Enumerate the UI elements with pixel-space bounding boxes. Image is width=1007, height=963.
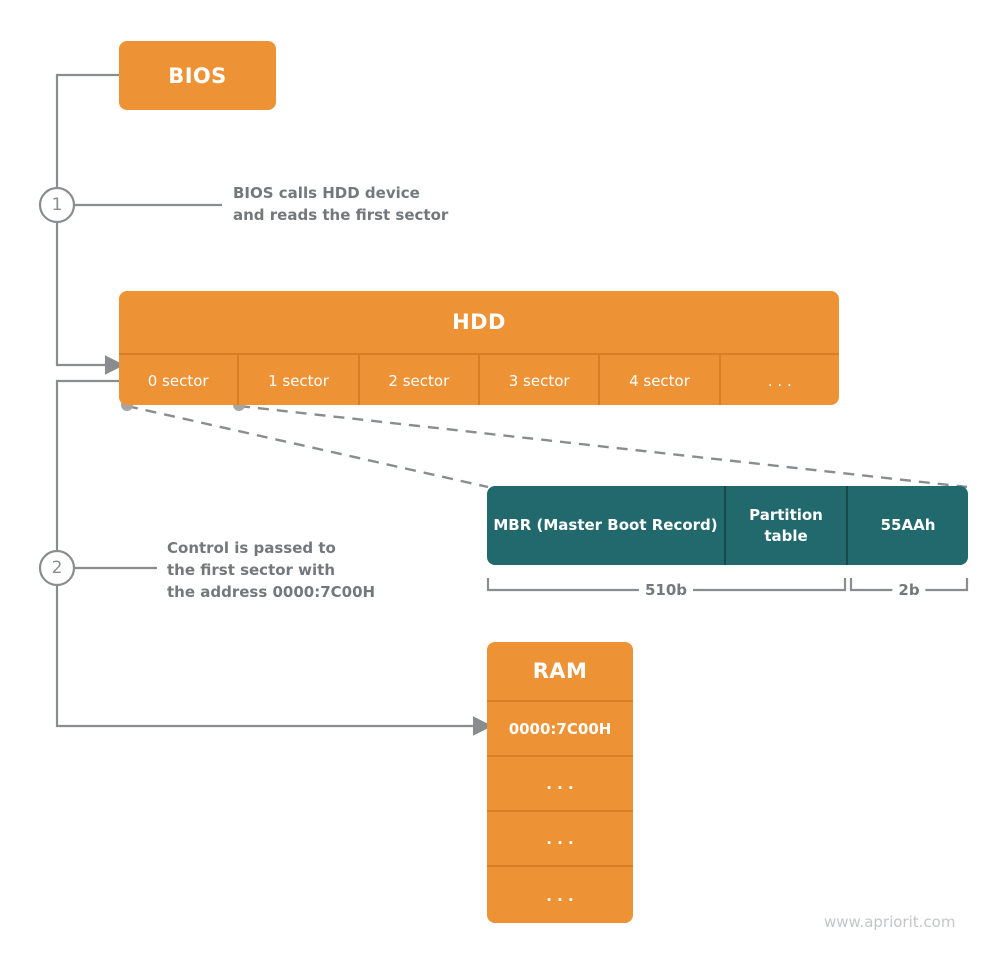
mbr-signature-cell: 55AAh <box>880 516 936 535</box>
hdd-sector-3: 3 sector <box>480 355 601 405</box>
connector-bios-to-hdd <box>55 73 119 187</box>
mbr-partition-table-cell: Partition table <box>726 486 848 565</box>
watermark: www.apriorit.com <box>824 913 956 931</box>
hdd-block: HDD 0 sector 1 sector 2 sector 3 sector … <box>119 291 839 405</box>
ram-block: RAM 0000:7C00H . . . . . . . . . <box>487 642 633 923</box>
hdd-sector-1: 1 sector <box>239 355 360 405</box>
hdd-sector-2: 2 sector <box>360 355 480 405</box>
hdd-sector-0: 0 sector <box>119 355 240 405</box>
hdd-sector-row: 0 sector 1 sector 2 sector 3 sector 4 se… <box>119 355 839 405</box>
step-marker-2: 2 <box>39 550 75 586</box>
bracket-label-510b: 510b <box>638 581 694 599</box>
step-marker-2-label: 2 <box>51 558 63 578</box>
hdd-title: HDD <box>119 291 839 355</box>
step-1-caption: BIOS calls HDD device and reads the firs… <box>233 184 449 224</box>
mbr-master-boot-record-cell: MBR (Master Boot Record) <box>487 486 726 565</box>
step-marker-1-label: 1 <box>51 195 63 215</box>
leader-dashed-left <box>126 404 489 489</box>
connector-step2-to-ram <box>55 586 493 736</box>
diagram-canvas: BIOS HDD 0 sector 1 sector 2 sector 3 se… <box>0 0 1007 963</box>
ram-row-3: . . . <box>546 886 574 905</box>
ram-row-1: . . . <box>487 757 633 812</box>
bracket-label-2b: 2b <box>892 581 926 599</box>
connector-hdd-to-step2 <box>55 379 119 550</box>
hdd-sector-4: 4 sector <box>600 355 721 405</box>
hdd-sector-more: . . . <box>767 372 792 390</box>
ram-title: RAM <box>487 642 633 702</box>
bios-label: BIOS <box>168 63 227 88</box>
ram-row-address: 0000:7C00H <box>487 702 633 757</box>
leader-dashed-right <box>238 404 968 489</box>
ram-row-2: . . . <box>487 812 633 867</box>
mbr-block: MBR (Master Boot Record) Partition table… <box>487 486 968 565</box>
bios-block: BIOS <box>119 41 276 110</box>
step-marker-1: 1 <box>39 187 75 223</box>
step-2-caption: Control is passed to the first sector wi… <box>167 539 376 601</box>
connector-step1-down <box>55 223 125 375</box>
